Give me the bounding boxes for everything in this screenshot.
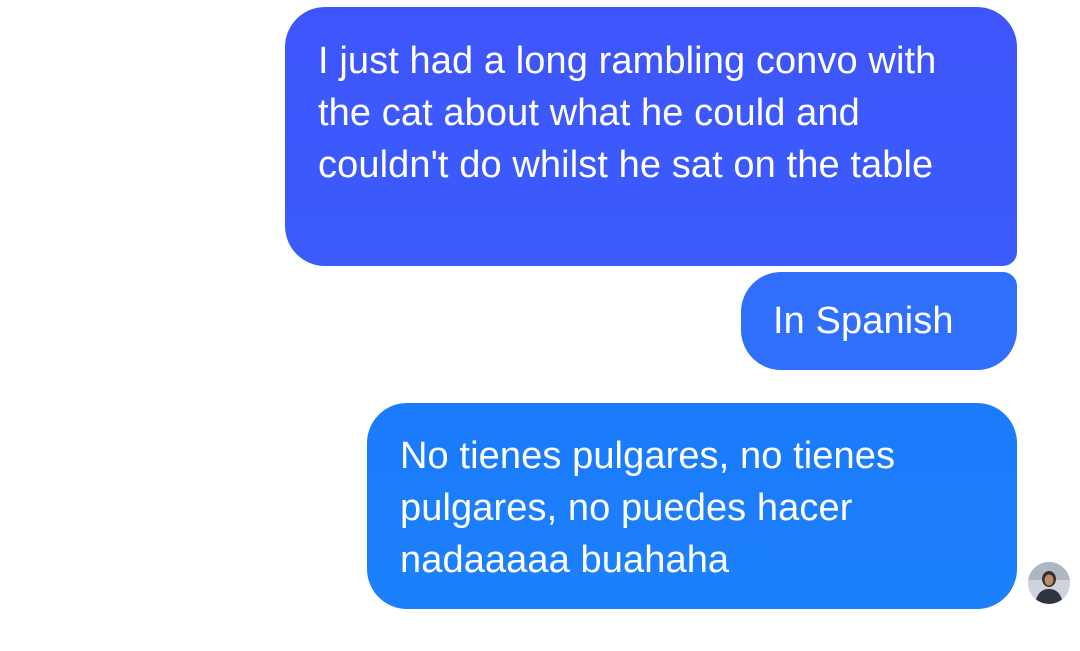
message-text-1: I just had a long rambling convo with th… — [318, 40, 937, 186]
message-bubble-2[interactable]: In Spanish — [741, 272, 1017, 370]
message-text-3: No tienes pulgares, no tienes pulgares, … — [400, 435, 896, 581]
message-bubble-3[interactable]: No tienes pulgares, no tienes pulgares, … — [367, 403, 1017, 609]
message-bubble-1[interactable]: I just had a long rambling convo with th… — [285, 7, 1017, 266]
message-text-2: In Spanish — [773, 300, 954, 342]
read-receipt-avatar — [1028, 562, 1070, 604]
contact-avatar-icon — [1028, 562, 1070, 604]
